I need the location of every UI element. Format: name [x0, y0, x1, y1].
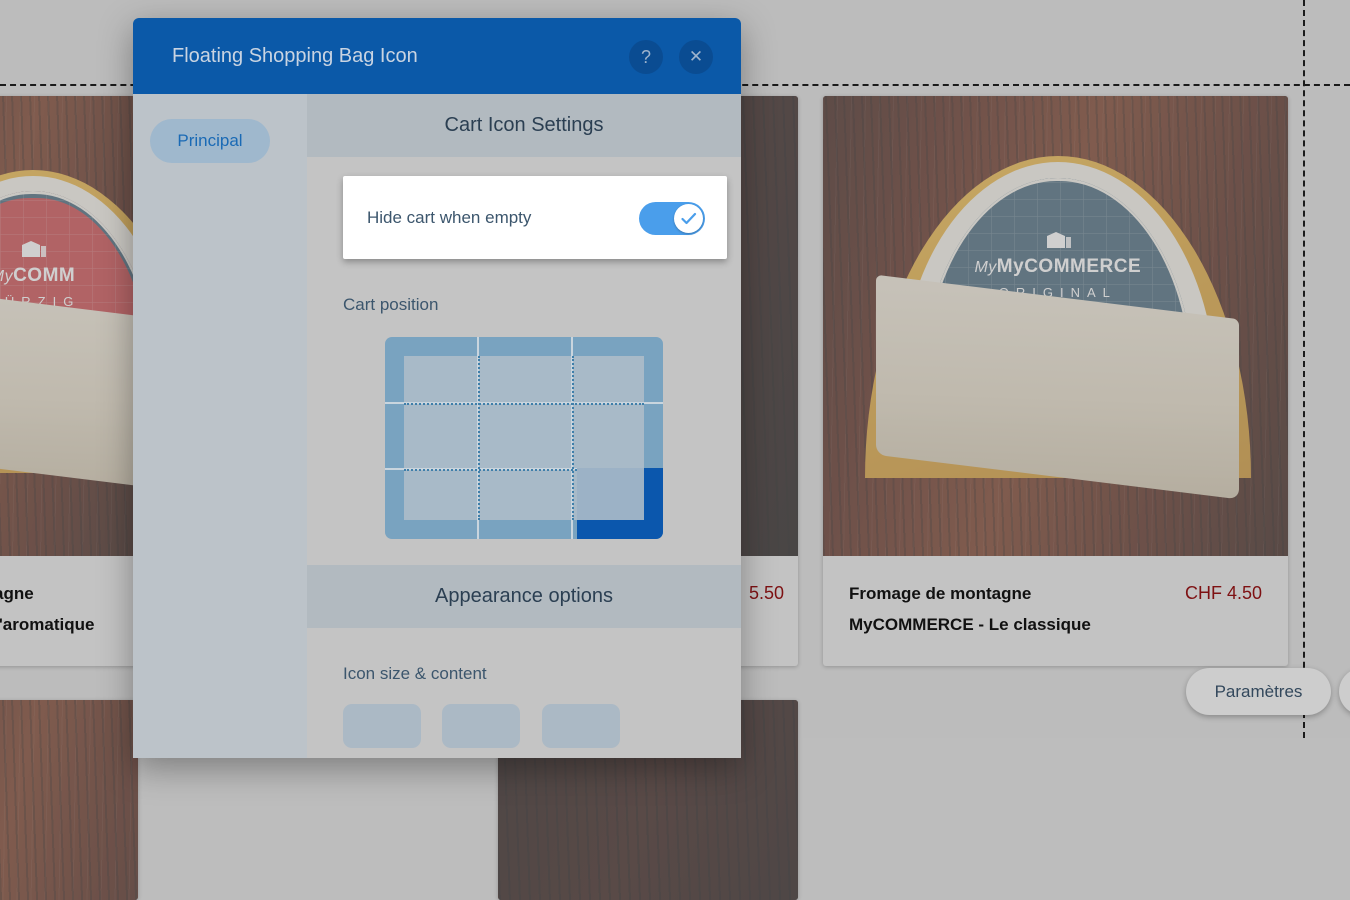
selected-cell-fill	[577, 468, 644, 520]
icon-size-option[interactable]	[541, 704, 620, 748]
cart-position-picker[interactable]	[385, 337, 663, 539]
modal-overlay: Floating Shopping Bag Icon ? ✕ Principal…	[0, 0, 1350, 758]
floating-cart-settings-dialog: Floating Shopping Bag Icon ? ✕ Principal…	[133, 18, 741, 758]
close-icon[interactable]: ✕	[679, 40, 713, 74]
dialog-sidebar: Principal	[133, 94, 307, 758]
position-cell-middle-right[interactable]	[572, 403, 663, 469]
position-cell-top-right[interactable]	[572, 337, 663, 403]
sidebar-tab-principal[interactable]: Principal	[150, 119, 270, 163]
toggle-knob	[674, 204, 703, 233]
dialog-body: Principal Cart Icon Settings Hide cart w…	[133, 94, 741, 758]
position-cell-top-left[interactable]	[385, 337, 478, 403]
hide-cart-when-empty-row[interactable]: Hide cart when empty	[343, 176, 727, 259]
dialog-content: Cart Icon Settings Hide cart when empty …	[307, 94, 741, 758]
section-heading-cart-icon-settings: Cart Icon Settings	[307, 94, 741, 157]
position-cell-middle-left[interactable]	[385, 403, 478, 469]
position-cell-bottom-right-selected[interactable]	[577, 468, 663, 539]
position-cell-top-center[interactable]	[478, 337, 572, 403]
help-icon[interactable]: ?	[629, 40, 663, 74]
section-heading-appearance-options: Appearance options	[307, 565, 741, 628]
icon-size-option[interactable]	[442, 704, 521, 748]
icon-size-options	[343, 704, 741, 748]
check-icon	[681, 212, 697, 225]
hide-cart-when-empty-label: Hide cart when empty	[367, 208, 532, 227]
dialog-header: Floating Shopping Bag Icon ? ✕	[133, 18, 741, 94]
hide-cart-when-empty-toggle[interactable]	[639, 202, 705, 235]
position-cell-middle-center[interactable]	[478, 403, 572, 469]
cart-position-label: Cart position	[343, 295, 439, 314]
position-cell-bottom-left[interactable]	[385, 469, 478, 539]
dialog-title: Floating Shopping Bag Icon	[172, 45, 418, 67]
icon-size-option[interactable]	[343, 704, 421, 748]
position-cell-bottom-center[interactable]	[478, 469, 572, 539]
icon-size-content-label: Icon size & content	[343, 664, 487, 683]
